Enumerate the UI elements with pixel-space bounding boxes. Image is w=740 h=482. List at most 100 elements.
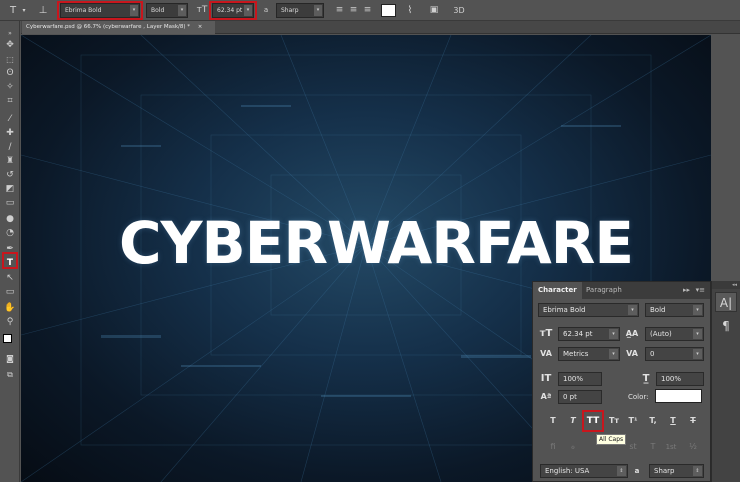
chevron-down-icon: ▾ — [628, 305, 637, 315]
healing-brush-icon[interactable]: ✚ — [3, 127, 17, 140]
chevron-down-icon: ▾ — [609, 329, 618, 339]
panel-font-family-dropdown[interactable]: Ebrima Bold ▾ — [538, 303, 639, 317]
dock-expand-icon[interactable]: ◂◂ — [712, 281, 740, 289]
tracking-dropdown[interactable]: 0 ▾ — [645, 347, 704, 361]
panel-font-size-field[interactable]: 62.34 pt ▾ — [558, 327, 620, 341]
document-tab-title: Cyberwarfare.psd @ 66.7% (cyberwarfare ,… — [26, 24, 191, 30]
panel-font-style-dropdown[interactable]: Bold ▾ — [645, 303, 704, 317]
small-caps-button[interactable]: Tт — [607, 414, 621, 428]
faux-bold-button[interactable]: T — [546, 414, 560, 428]
align-center-icon[interactable]: ≡ — [348, 3, 359, 18]
antialias-prefix: a — [263, 6, 269, 14]
font-size-icon: ᴛT — [196, 5, 208, 15]
font-style-value: Bold — [151, 7, 165, 14]
foreground-color-swatch[interactable] — [3, 334, 12, 343]
preset-chevron-icon[interactable]: ▾ — [21, 3, 27, 18]
subscript-button[interactable]: T, — [646, 414, 660, 428]
chevron-down-icon: ▾ — [693, 329, 702, 339]
stylistic-alternates-button[interactable]: st — [626, 440, 640, 454]
vertical-scale-field[interactable]: 100% — [558, 372, 602, 386]
panel-dock: ◂◂ A| ¶ — [711, 281, 740, 482]
horizontal-scale-value: 100% — [661, 375, 682, 383]
toggle-text-orientation-icon[interactable]: ⊥ — [36, 3, 50, 18]
language-dropdown[interactable]: English: USA ⇕ — [540, 464, 628, 478]
baseline-shift-field[interactable]: 0 pt — [558, 390, 602, 404]
align-left-icon[interactable]: ≡ — [334, 3, 345, 18]
panel-antialias-value: Sharp — [654, 467, 675, 475]
font-style-dropdown[interactable]: Bold ▾ — [146, 3, 188, 18]
fractions-button[interactable]: ½ — [686, 440, 700, 454]
antialias-icon: a — [260, 3, 272, 18]
contextual-alternates-button[interactable]: ℴ — [566, 440, 580, 454]
document-tab[interactable]: Cyberwarfare.psd @ 66.7% (cyberwarfare ,… — [22, 21, 215, 34]
paragraph-panel-icon[interactable]: ¶ — [715, 316, 737, 336]
antialias-value: Sharp — [281, 7, 299, 14]
titling-alternates-button[interactable]: T — [646, 440, 660, 454]
text-color-swatch[interactable] — [381, 4, 396, 17]
font-size-icon: ᴛT — [539, 328, 553, 339]
superscript-button[interactable]: T¹ — [626, 414, 640, 428]
crop-icon[interactable]: ⌗ — [3, 95, 17, 108]
warp-text-icon[interactable]: ⌇ — [404, 3, 416, 18]
marquee-icon[interactable]: ⬚ — [3, 53, 17, 66]
clone-stamp-icon[interactable]: ♜ — [3, 155, 17, 168]
eyedropper-icon[interactable]: ⁄ — [3, 113, 17, 126]
lasso-icon[interactable]: ʘ — [3, 67, 17, 80]
zoom-icon[interactable]: ⚲ — [3, 316, 17, 329]
horizontal-scale-field[interactable]: 100% — [656, 372, 704, 386]
panel-font-family-value: Ebrima Bold — [543, 306, 586, 314]
panel-menu-icon[interactable]: ▾≡ — [696, 282, 705, 299]
screen-mode-icon[interactable]: ⧉ — [3, 368, 17, 381]
panel-antialias-dropdown[interactable]: Sharp ⇕ — [649, 464, 704, 478]
standard-ligatures-button[interactable]: fi — [546, 440, 560, 454]
chevron-down-icon: ▾ — [693, 305, 702, 315]
move-icon[interactable]: ✥ — [3, 39, 17, 52]
character-color-swatch[interactable] — [655, 389, 702, 403]
faux-italic-button[interactable]: T — [566, 414, 580, 428]
history-brush-icon[interactable]: ↺ — [3, 169, 17, 182]
highlight-all-caps — [582, 410, 604, 432]
color-label: Color: — [628, 393, 649, 401]
blur-icon[interactable]: ● — [3, 213, 17, 226]
chevron-down-icon: ▾ — [693, 349, 702, 359]
eraser-icon[interactable]: ◩ — [3, 183, 17, 196]
tracking-value: 0 — [650, 350, 655, 358]
canvas-headline-text[interactable]: CYBERWARFARE — [21, 209, 711, 277]
rectangle-shape-icon[interactable]: ▭ — [3, 286, 17, 299]
close-icon[interactable]: × — [198, 24, 203, 30]
highlight-type-tool — [2, 252, 18, 269]
chevron-down-icon: ▾ — [178, 5, 186, 16]
collapse-panel-icon[interactable]: ▸▸ — [683, 282, 690, 299]
chevron-down-icon: ▾ — [314, 5, 322, 16]
vertical-scale-icon: IT — [540, 373, 552, 384]
underline-button[interactable]: T — [666, 414, 680, 428]
antialias-icon: a — [634, 467, 640, 475]
tab-character[interactable]: Character — [533, 282, 582, 299]
type-tool-preset-icon[interactable]: T — [6, 3, 20, 18]
chevron-down-icon: ⇕ — [617, 466, 626, 476]
ordinals-button[interactable]: 1st — [664, 440, 678, 454]
character-panel-icon[interactable]: A| — [715, 292, 737, 312]
leading-field[interactable]: (Auto) ▾ — [645, 327, 704, 341]
kerning-dropdown[interactable]: Metrics ▾ — [558, 347, 620, 361]
strikethrough-button[interactable]: T — [686, 414, 700, 428]
brush-icon[interactable]: ∕ — [3, 141, 17, 154]
hand-icon[interactable]: ✋ — [3, 302, 17, 315]
antialias-dropdown[interactable]: Sharp ▾ — [276, 3, 324, 18]
dodge-icon[interactable]: ◔ — [3, 227, 17, 240]
toggle-panels-icon[interactable]: ▣ — [428, 3, 440, 18]
quick-mask-icon[interactable]: ◙ — [3, 352, 17, 365]
language-value: English: USA — [545, 467, 590, 475]
kerning-icon: VA — [540, 349, 552, 358]
kerning-value: Metrics — [563, 350, 589, 358]
panel-font-style-value: Bold — [650, 306, 666, 314]
align-right-icon[interactable]: ≡ — [362, 3, 373, 18]
3d-icon[interactable]: 3D — [452, 3, 466, 18]
panel-tab-strip: Character Paragraph ▸▸ ▾≡ — [533, 282, 710, 299]
magic-wand-icon[interactable]: ✧ — [3, 81, 17, 94]
horizontal-scale-icon: T̲ — [642, 373, 650, 384]
leading-icon: A̲A — [625, 329, 639, 338]
path-selection-icon[interactable]: ↖ — [3, 272, 17, 285]
gradient-icon[interactable]: ▭ — [3, 197, 17, 210]
tab-paragraph[interactable]: Paragraph — [581, 282, 627, 299]
